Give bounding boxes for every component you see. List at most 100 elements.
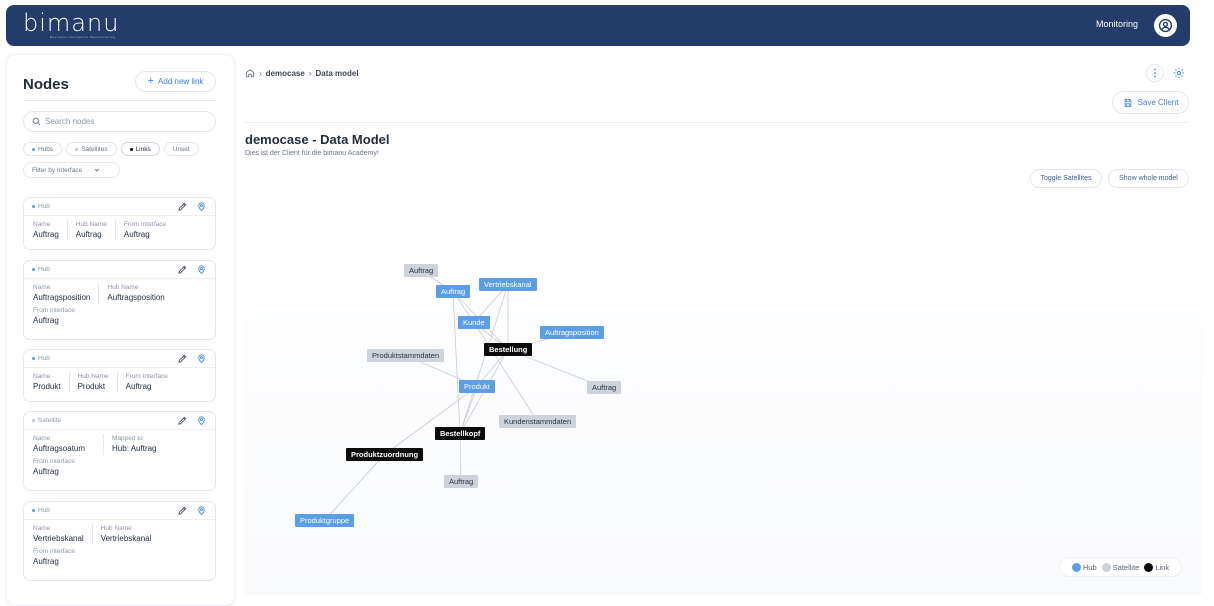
graph-node-hub-kunde[interactable]: Kunde <box>458 316 490 329</box>
settings-button[interactable] <box>1170 64 1188 82</box>
card-field: Name Vertriebskanal <box>33 524 93 545</box>
node-type-badge: Hub <box>32 203 50 210</box>
node-type-filters: Hubs Satellites Links Unset <box>23 142 199 156</box>
field-label: Name <box>33 435 51 442</box>
graph-node-link-produktzuordnung[interactable]: Produktzuordnung <box>346 448 424 461</box>
field-value: Produkt <box>77 382 106 391</box>
graph-edge <box>473 322 538 422</box>
graph-node-hub-produkt[interactable]: Produkt <box>459 380 495 393</box>
filter-by-interface-select[interactable]: Filter by Interface <box>23 162 120 178</box>
chevron-down-icon <box>95 168 100 172</box>
location-pin-icon[interactable] <box>196 353 207 364</box>
show-whole-model-button[interactable]: Show whole model <box>1108 169 1189 188</box>
breadcrumb: › democase › Data model <box>245 68 359 78</box>
field-label: Mapped to <box>112 435 143 442</box>
field-value: Produkt <box>33 382 61 391</box>
location-pin-icon[interactable] <box>196 264 207 275</box>
hub-dot-icon <box>32 509 35 512</box>
card-field: Hub Name Auftrag <box>76 220 116 241</box>
graph-edge <box>384 386 478 455</box>
graph-node-sat-auftrag-bottom[interactable]: Auftrag <box>444 475 479 488</box>
field-label: Name <box>33 525 51 532</box>
node-card-header: Hub <box>24 198 215 216</box>
location-pin-icon[interactable] <box>196 505 207 516</box>
graph-node-sat-kundenstammdaten[interactable]: Kundenstammdaten <box>499 415 577 428</box>
legend-label: Hub <box>1082 562 1097 572</box>
graph-node-sat-auftrag-right[interactable]: Auftrag <box>587 381 622 394</box>
node-card[interactable]: Hub Name Auftrag Hub Name Auftrag From Int… <box>23 197 216 250</box>
add-link-label: Add new link <box>158 77 204 86</box>
node-card[interactable]: Hub Name Vertriebskanal Hub Name Vertriebs… <box>23 501 216 581</box>
data-model-graph[interactable]: Auftrag Auftrag Vertriebskanal Kunde Auftrag… <box>244 195 1202 595</box>
field-value: Auftrag <box>33 316 59 325</box>
edit-pencil-icon[interactable] <box>177 201 188 212</box>
field-value: Vertriebskanal <box>100 534 152 543</box>
graph-node-hub-auftrag[interactable]: Auftrag <box>436 285 471 298</box>
graph-node-sat-auftrag-top[interactable]: Auftrag <box>404 264 439 277</box>
filter-chip-unset[interactable]: Unset <box>163 142 199 156</box>
chip-label: Unset <box>172 145 190 153</box>
breadcrumb-client[interactable]: democase <box>266 69 305 78</box>
toggle-satellites-button[interactable]: Toggle Satellites <box>1030 169 1102 188</box>
location-pin-icon[interactable] <box>196 415 207 426</box>
breadcrumb-separator: › <box>308 68 312 78</box>
search-placeholder: Search nodes <box>45 117 95 126</box>
card-field: Hub Name Auftragsposition <box>107 283 172 304</box>
plus-icon: + <box>147 75 155 87</box>
field-label: From interface <box>33 458 75 465</box>
kebab-menu-icon: ⋮ <box>1150 67 1160 79</box>
card-field: Hub Name Vertriebskanal <box>101 524 160 545</box>
graph-node-link-bestellung[interactable]: Bestellung <box>484 343 533 356</box>
filter-chip-satellites[interactable]: Satellites <box>66 142 117 156</box>
field-label: From Interface <box>125 373 168 380</box>
field-label: From interface <box>33 548 75 555</box>
edit-pencil-icon[interactable] <box>177 505 188 516</box>
more-options-button[interactable]: ⋮ <box>1146 64 1164 82</box>
edit-pencil-icon[interactable] <box>177 353 188 364</box>
graph-node-hub-auftragsposition[interactable]: Auftragsposition <box>540 326 604 339</box>
field-value: Hub: Auftrag <box>112 444 157 453</box>
save-client-button[interactable]: Save Client <box>1112 91 1189 114</box>
node-card[interactable]: Satellite Name Auftragsoatum Mapped to Hub… <box>23 411 216 491</box>
card-field: Name Auftrag <box>33 220 68 241</box>
filter-chip-links[interactable]: Links <box>120 142 160 156</box>
field-value: Auftragsposition <box>107 293 165 302</box>
add-link-button[interactable]: + Add new link <box>135 71 216 92</box>
node-card[interactable]: Hub Name Produkt Hub Name Produkt From Int… <box>23 349 216 402</box>
home-icon[interactable] <box>245 68 255 78</box>
toggle-satellites-label: Toggle Satellites <box>1040 175 1092 182</box>
node-card-header: Hub <box>24 350 215 368</box>
filter-chip-hubs[interactable]: Hubs <box>23 142 63 156</box>
graph-node-link-bestellkopf[interactable]: Bestellkopf <box>435 427 486 440</box>
graph-node-hub-produktgruppe[interactable]: Produktgruppe <box>295 514 355 527</box>
search-nodes-input[interactable]: Search nodes <box>23 111 216 132</box>
node-card[interactable]: Hub Name Auftragsposition Hub Name Auftrag… <box>23 260 216 340</box>
hub-dot-icon <box>32 205 35 208</box>
field-label: Name <box>33 284 51 291</box>
save-icon <box>1124 98 1131 107</box>
graph-edge <box>452 291 461 434</box>
monitoring-link[interactable]: Monitoring <box>1096 19 1138 29</box>
hub-dot-icon <box>1071 562 1081 572</box>
chip-label: Satellites <box>81 145 108 153</box>
chip-label: Hubs <box>38 145 54 153</box>
user-icon <box>1158 18 1173 33</box>
card-field: From interface Auftrag <box>33 306 83 327</box>
sidebar-title: Nodes <box>23 76 69 93</box>
edit-pencil-icon[interactable] <box>177 264 188 275</box>
graph-node-sat-produktstammdaten[interactable]: Produktstammdaten <box>367 349 445 362</box>
user-avatar-button[interactable] <box>1154 14 1177 37</box>
location-pin-icon[interactable] <box>196 201 207 212</box>
node-type-badge: Satellite <box>32 417 61 424</box>
card-field: From interface Auftrag <box>33 457 83 478</box>
bimanu-logo[interactable]: bimanu <box>23 9 119 37</box>
edit-pencil-icon[interactable] <box>177 415 188 426</box>
graph-node-hub-vertriebskanal[interactable]: Vertriebskanal <box>479 278 537 291</box>
field-value: Auftrag <box>75 230 102 239</box>
legend-label: Link <box>1155 562 1170 572</box>
breadcrumb-current: Data model <box>315 68 359 78</box>
card-field: Name Auftragsposition <box>33 283 100 304</box>
nodes-sidebar: Nodes + Add new link Search nodes Hubs S… <box>7 55 234 605</box>
card-field: From Interface Auftrag <box>124 220 174 241</box>
legend-item-link: Link <box>1144 562 1170 572</box>
